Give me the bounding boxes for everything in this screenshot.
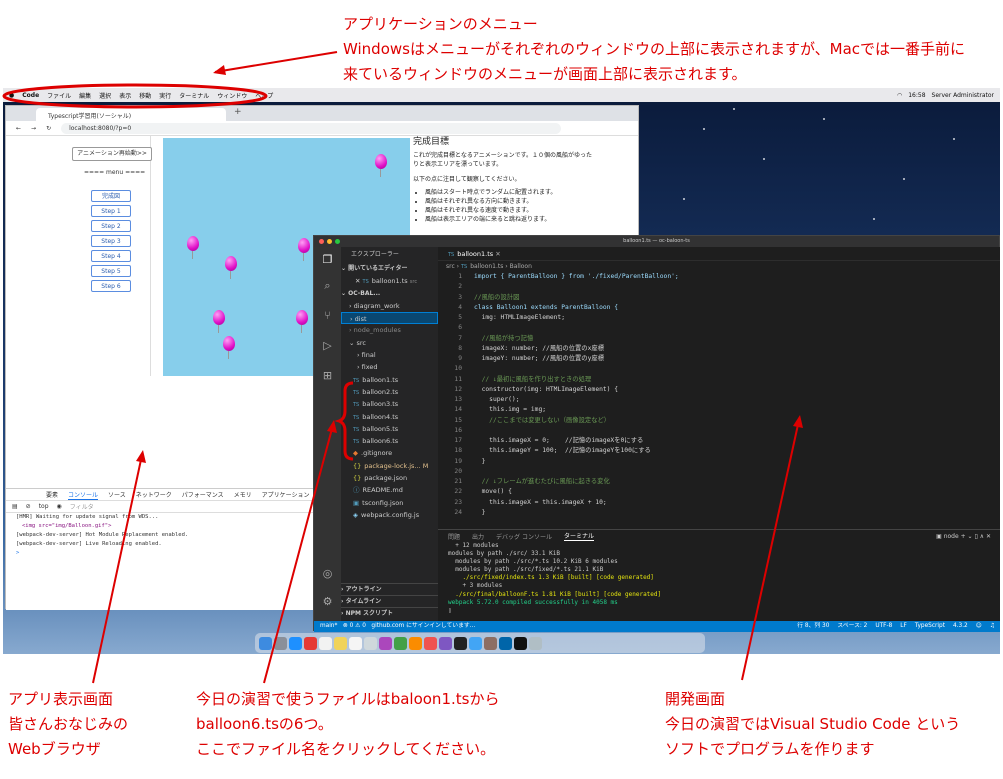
browser-arrowhead <box>136 450 146 463</box>
menu-arrow <box>214 51 338 73</box>
browser-arrow <box>92 454 143 684</box>
files-arrowhead <box>327 420 337 433</box>
files-arrow <box>263 424 334 684</box>
files-brace <box>334 381 354 461</box>
dev-arrowhead <box>793 415 803 428</box>
menu-arrowhead <box>213 65 226 75</box>
annotation-overlay <box>2 51 803 684</box>
dev-arrow <box>741 419 800 681</box>
menu-highlight-ellipse <box>2 83 268 109</box>
